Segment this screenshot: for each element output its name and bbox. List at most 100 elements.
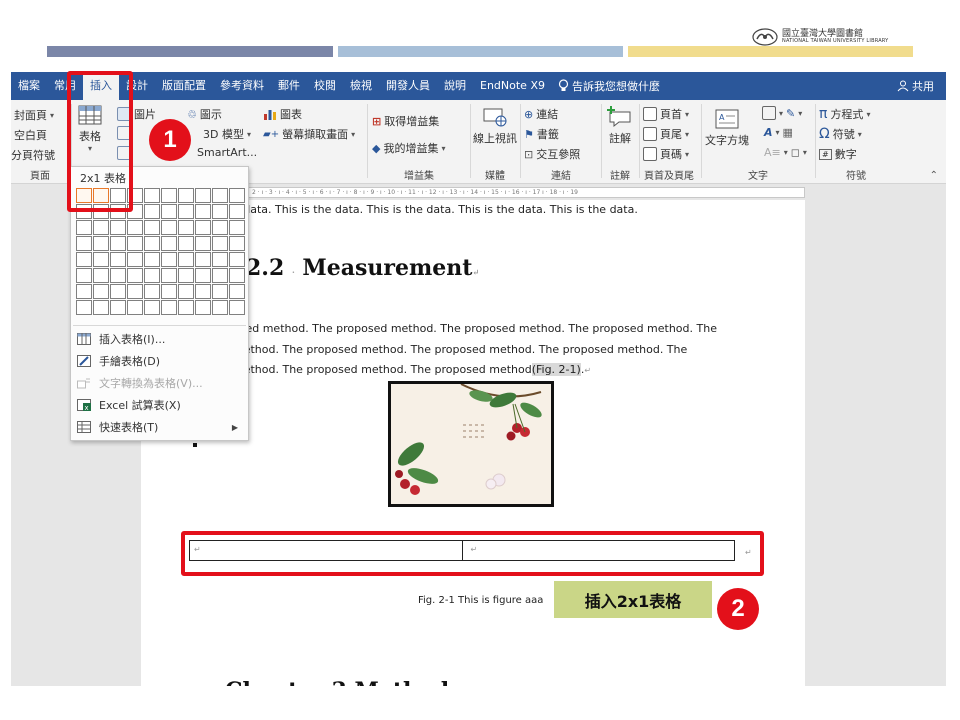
table-grid-cell[interactable]	[110, 236, 126, 251]
table-grid-cell[interactable]	[195, 300, 211, 315]
table-grid-cell[interactable]	[229, 268, 245, 283]
smartart-button[interactable]: SmartArt...	[197, 146, 257, 159]
collapse-ribbon-icon[interactable]: ⌃	[930, 170, 938, 181]
table-grid-cell[interactable]	[195, 252, 211, 267]
table-grid-cell[interactable]	[195, 204, 211, 219]
table-grid-cell[interactable]	[93, 284, 109, 299]
tab-file[interactable]: 檔案	[11, 72, 47, 100]
table-grid-cell[interactable]	[93, 300, 109, 315]
tab-developer[interactable]: 開發人員	[379, 72, 437, 100]
table-grid-cell[interactable]	[178, 300, 194, 315]
tab-view[interactable]: 檢視	[343, 72, 379, 100]
get-addins-button[interactable]: ⊞ 取得增益集	[372, 113, 439, 129]
table-grid-cell[interactable]	[161, 268, 177, 283]
table-grid-cell[interactable]	[212, 204, 228, 219]
table-grid-cell[interactable]	[110, 220, 126, 235]
table-grid-cell[interactable]	[161, 236, 177, 251]
table-grid-cell[interactable]	[127, 252, 143, 267]
table-grid-cell[interactable]	[144, 252, 160, 267]
table-grid-cell[interactable]	[212, 252, 228, 267]
table-grid-cell[interactable]	[144, 236, 160, 251]
tab-help[interactable]: 說明	[437, 72, 473, 100]
table-grid-cell[interactable]	[144, 188, 160, 203]
table-grid-cell[interactable]	[127, 284, 143, 299]
page-break-button[interactable]: 分頁符號	[11, 147, 55, 163]
table-grid-cell[interactable]	[195, 268, 211, 283]
table-grid-cell[interactable]	[195, 220, 211, 235]
excel-spreadsheet-menu-item[interactable]: x Excel 試算表(X)	[77, 395, 242, 415]
table-grid-cell[interactable]	[76, 300, 92, 315]
table-grid-cell[interactable]	[229, 188, 245, 203]
table-grid-cell[interactable]	[212, 188, 228, 203]
table-grid-cell[interactable]	[144, 268, 160, 283]
wordart-button[interactable]: A ▾ ▦	[764, 126, 793, 139]
table-grid-cell[interactable]	[93, 236, 109, 251]
table-grid-cell[interactable]	[93, 220, 109, 235]
table-grid-cell[interactable]	[161, 188, 177, 203]
screenshot-button[interactable]: ▰+ 螢幕擷取畫面 ▾	[263, 126, 355, 142]
table-grid-cell[interactable]	[144, 204, 160, 219]
table-grid-cell[interactable]	[212, 300, 228, 315]
table-grid-cell[interactable]	[161, 284, 177, 299]
tell-me-box[interactable]: 告訴我您想做什麼	[558, 78, 660, 94]
table-grid-cell[interactable]	[110, 252, 126, 267]
drop-cap-button[interactable]: A≡ ▾ ◻ ▾	[764, 146, 807, 159]
figure-reference[interactable]: (Fig. 2-1)	[531, 363, 581, 376]
blank-page-button[interactable]: 空白頁	[14, 127, 47, 143]
table-grid-cell[interactable]	[144, 300, 160, 315]
number-button[interactable]: # 數字	[819, 146, 857, 162]
table-grid-cell[interactable]	[212, 268, 228, 283]
share-button[interactable]: 共用	[897, 72, 934, 100]
table-grid-cell[interactable]	[178, 188, 194, 203]
equation-button[interactable]: π 方程式 ▾	[819, 106, 870, 122]
table-grid-cell[interactable]	[178, 268, 194, 283]
figure-image[interactable]	[388, 381, 554, 507]
tab-references[interactable]: 參考資料	[213, 72, 271, 100]
table-grid-cell[interactable]	[110, 284, 126, 299]
chart-button[interactable]: 圖表	[263, 106, 302, 122]
icons-button[interactable]: ♲ 圖示	[187, 106, 222, 122]
tab-endnote[interactable]: EndNote X9	[473, 72, 552, 100]
comment-button[interactable]: 註解	[602, 106, 638, 146]
table-grid-cell[interactable]	[195, 236, 211, 251]
table-grid-cell[interactable]	[93, 252, 109, 267]
table-grid-cell[interactable]	[212, 220, 228, 235]
table-grid-cell[interactable]	[144, 220, 160, 235]
tab-layout[interactable]: 版面配置	[155, 72, 213, 100]
table-grid-cell[interactable]	[93, 268, 109, 283]
table-grid-cell[interactable]	[195, 284, 211, 299]
table-grid-cell[interactable]	[76, 236, 92, 251]
tab-review[interactable]: 校閱	[307, 72, 343, 100]
table-grid-cell[interactable]	[127, 236, 143, 251]
link-button[interactable]: ⊕ 連結	[524, 106, 558, 122]
table-grid-cell[interactable]	[229, 236, 245, 251]
symbol-button[interactable]: Ω 符號 ▾	[819, 126, 862, 142]
header-button[interactable]: 頁首 ▾	[643, 106, 689, 122]
table-grid-cell[interactable]	[144, 284, 160, 299]
table-grid-cell[interactable]	[76, 220, 92, 235]
tab-mailings[interactable]: 郵件	[271, 72, 307, 100]
table-grid-cell[interactable]	[229, 300, 245, 315]
table-grid-cell[interactable]	[76, 252, 92, 267]
table-grid-cell[interactable]	[161, 252, 177, 267]
table-grid-cell[interactable]	[161, 300, 177, 315]
page-number-button[interactable]: 頁碼 ▾	[643, 146, 689, 162]
table-grid-cell[interactable]	[76, 268, 92, 283]
table-grid-cell[interactable]	[161, 220, 177, 235]
table-grid-cell[interactable]	[178, 236, 194, 251]
table-grid-cell[interactable]	[178, 284, 194, 299]
cross-reference-button[interactable]: ⊡ 交互參照	[524, 146, 580, 162]
table-grid-cell[interactable]	[76, 284, 92, 299]
insert-table-menu-item[interactable]: 插入表格(I)...	[77, 329, 242, 349]
3d-models-button[interactable]: 3D 模型 ▾	[203, 126, 251, 142]
table-grid-cell[interactable]	[110, 300, 126, 315]
table-grid-cell[interactable]	[127, 268, 143, 283]
table-grid-cell[interactable]	[161, 204, 177, 219]
quick-tables-menu-item[interactable]: 快速表格(T) ▶	[77, 417, 242, 437]
table-grid-cell[interactable]	[127, 220, 143, 235]
table-grid-cell[interactable]	[212, 236, 228, 251]
table-grid-cell[interactable]	[195, 188, 211, 203]
bookmark-button[interactable]: ⚑ 書籤	[524, 126, 559, 142]
table-grid-cell[interactable]	[229, 220, 245, 235]
online-video-button[interactable]: 線上視訊	[471, 106, 519, 146]
